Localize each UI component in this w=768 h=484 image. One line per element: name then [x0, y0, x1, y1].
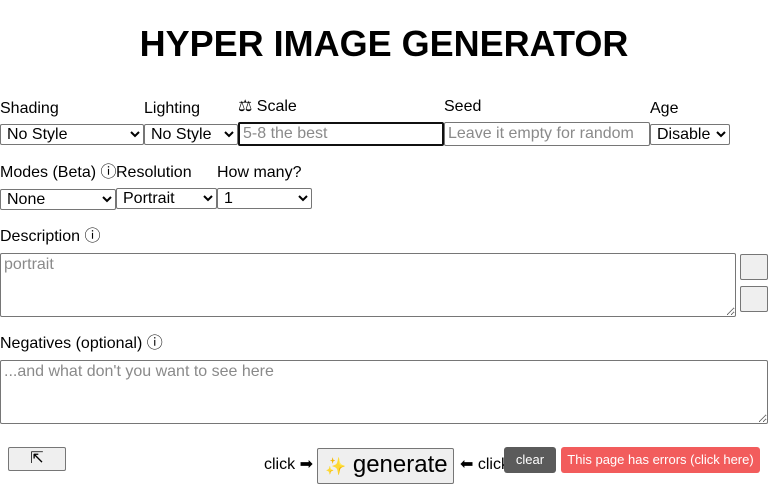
clear-button[interactable]: clear: [504, 447, 556, 473]
expand-button[interactable]: ⇱: [8, 447, 66, 471]
page-title: HYPER IMAGE GENERATOR: [139, 23, 629, 64]
scale-icon: ⚖: [238, 98, 253, 115]
scale-input[interactable]: [238, 122, 444, 146]
arrow-right-icon: ➡: [299, 456, 313, 473]
lighting-label: Lighting: [144, 100, 201, 117]
lighting-select[interactable]: No Style: [144, 124, 238, 145]
description-label: Description ⓘ: [0, 228, 101, 245]
seed-label: Seed: [444, 98, 482, 115]
click-hint-right: ⬅ click: [460, 456, 509, 473]
generate-button[interactable]: ✨ generate: [317, 448, 454, 484]
description-textarea[interactable]: [0, 253, 736, 317]
scale-label: ⚖ Scale: [238, 98, 297, 115]
modes-label: Modes (Beta) ⓘ: [0, 164, 117, 181]
how-many-label: How many?: [217, 164, 302, 181]
expand-icon: ⇱: [30, 450, 44, 467]
negatives-info-icon[interactable]: ⓘ: [147, 335, 163, 352]
shading-label: Shading: [0, 100, 59, 117]
click-hint-left: click ➡: [264, 456, 313, 473]
negatives-textarea[interactable]: [0, 360, 768, 424]
errors-button[interactable]: This page has errors (click here): [561, 447, 760, 473]
age-label: Age: [650, 100, 679, 117]
modes-info-icon[interactable]: ⓘ: [101, 164, 117, 181]
description-info-icon[interactable]: ⓘ: [84, 228, 100, 245]
description-side-button-1[interactable]: [740, 254, 768, 280]
resolution-select[interactable]: Portrait: [116, 188, 217, 209]
modes-select[interactable]: None: [0, 189, 116, 210]
seed-input[interactable]: [444, 122, 650, 146]
how-many-select[interactable]: 1: [217, 188, 312, 209]
sparkles-icon: ✨: [325, 457, 347, 476]
resolution-label: Resolution: [116, 164, 192, 181]
description-side-button-2[interactable]: [740, 286, 768, 312]
shading-select[interactable]: No Style: [0, 124, 144, 145]
age-select[interactable]: Disable: [650, 124, 730, 145]
negatives-label: Negatives (optional) ⓘ: [0, 335, 163, 352]
arrow-left-icon: ⬅: [460, 456, 474, 473]
